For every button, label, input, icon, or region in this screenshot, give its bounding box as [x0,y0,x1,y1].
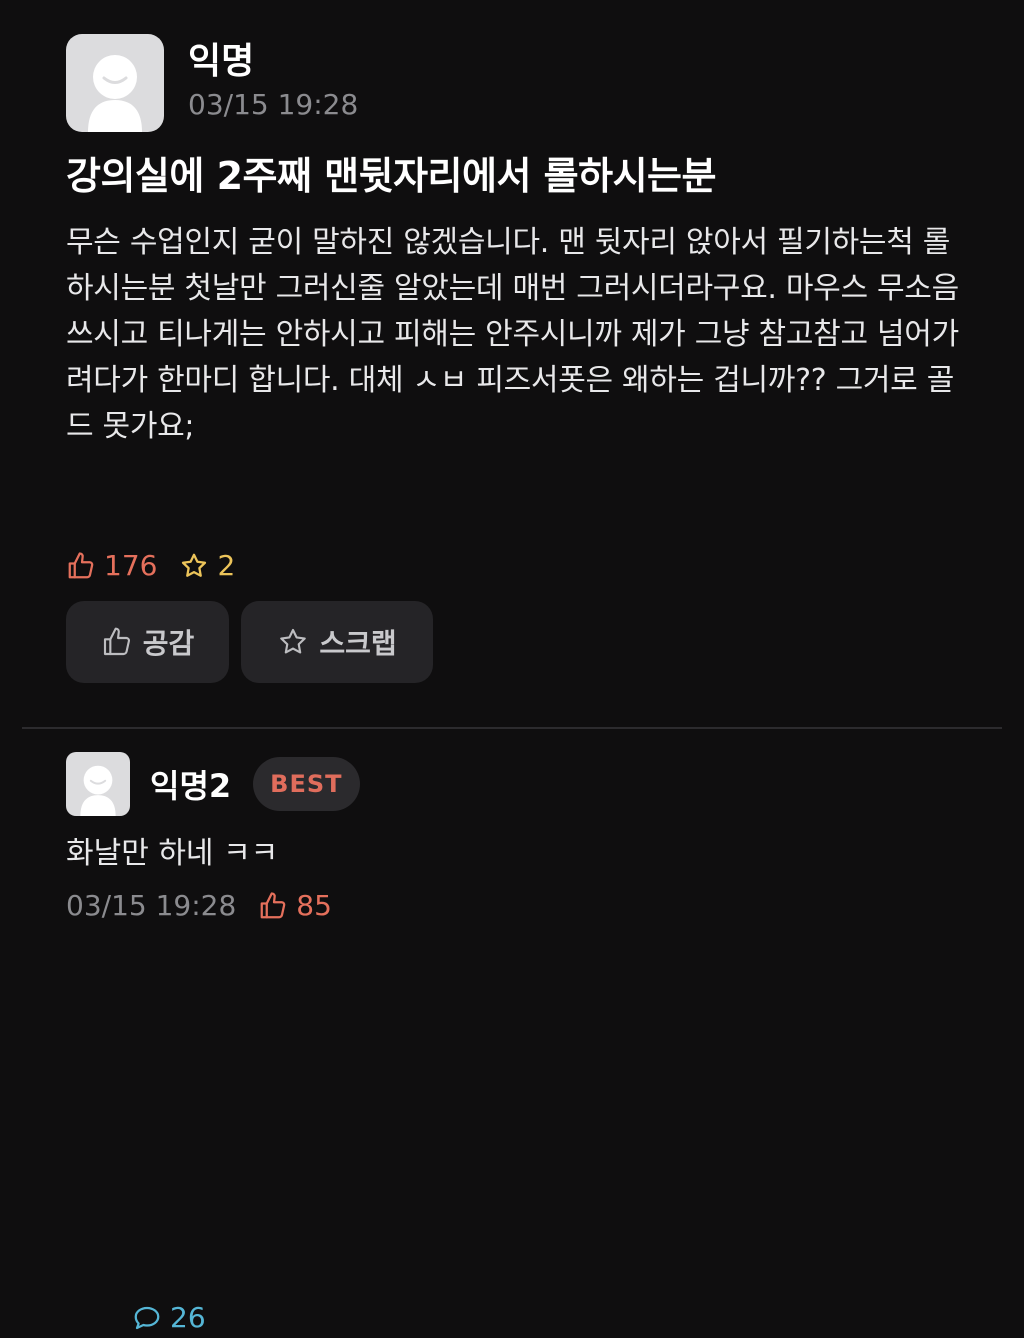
comment-time: 03/15 19:28 [66,889,237,922]
post: 익명 03/15 19:28 강의실에 2주째 맨뒷자리에서 롤하시는분 무슨 … [66,34,966,450]
like-button-label: 공감 [142,627,195,660]
comment-count-value: 26 [170,1301,206,1334]
post-stats: 176 26 2 [66,546,257,1334]
like-button[interactable]: 공감 [66,601,229,683]
avatar[interactable] [66,34,164,132]
like-count-value: 176 [104,549,158,582]
author-name: 익명 [188,41,255,82]
comment-avatar[interactable] [66,752,130,816]
thumbs-up-icon [68,552,94,579]
comment-footer: 03/15 19:28 85 [66,886,966,926]
scrap-count: 2 [179,546,235,586]
post-author-row: 익명 03/15 19:28 [66,34,966,134]
post-body: 무슨 수업인지 굳이 말하진 않겠습니다. 맨 뒷자리 앉아서 필기하는척 롤하… [66,225,959,444]
comment-like-button[interactable]: 85 [258,886,332,926]
comment-header: 익명2 BEST [66,752,966,816]
scrap-count-value: 2 [217,549,236,582]
post-actions: 공감 스크랩 [66,601,445,683]
scrap-button[interactable]: 스크랩 [241,601,433,683]
post-title: 강의실에 2주째 맨뒷자리에서 롤하시는분 [66,154,716,198]
post-time: 03/15 19:28 [188,88,359,121]
best-badge: BEST [253,757,360,811]
thumbs-up-icon [103,627,130,656]
comment-count: 26 [132,1298,1024,1338]
divider [22,727,1002,729]
comment-like-count: 85 [296,889,332,922]
comment-item: 익명2 BEST 화날만 하네 ㅋㅋ 03/15 19:28 85 [66,752,966,926]
comment-author: 익명2 [150,767,232,805]
author-meta: 익명 03/15 19:28 [188,40,358,124]
anonymous-avatar-icon [80,765,116,816]
thumbs-up-icon [260,892,286,919]
star-icon [280,628,307,654]
scrap-button-label: 스크랩 [319,627,397,660]
anonymous-avatar-icon [88,55,142,132]
comment-text: 화날만 하네 ㅋㅋ [66,836,279,871]
star-icon [182,553,207,577]
speech-bubble-icon [134,1306,160,1330]
like-count: 176 [66,546,157,586]
